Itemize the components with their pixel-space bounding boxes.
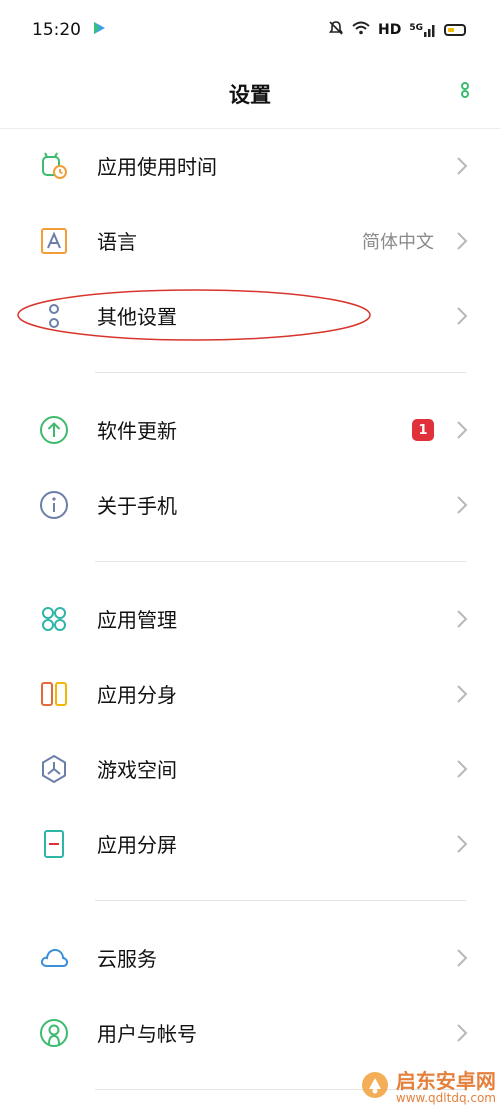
software-update-icon (38, 414, 70, 446)
app-clone-icon (38, 678, 70, 710)
section-divider (0, 353, 500, 392)
watermark-name: 启东安卓网 (395, 1068, 496, 1093)
settings-item-label: 其他设置 (97, 305, 177, 329)
signal-icon: 5G (409, 23, 436, 37)
video-app-icon (91, 20, 107, 41)
app-usage-time-icon (38, 150, 70, 182)
about-phone-icon (38, 489, 70, 521)
chevron-right-icon (456, 231, 468, 251)
network-label: HD (378, 22, 402, 38)
cloud-service-icon (38, 942, 70, 974)
settings-item-label: 关于手机 (97, 494, 177, 518)
settings-item-user-account[interactable]: 用户与帐号 (0, 995, 500, 1070)
section-divider (0, 881, 500, 920)
cell-label: 5G (409, 23, 423, 33)
page-title: 设置 (229, 83, 271, 107)
battery-icon (444, 24, 466, 36)
chevron-right-icon (456, 1023, 468, 1043)
mute-bell-icon (328, 20, 344, 40)
chevron-right-icon (456, 609, 468, 629)
settings-item-label: 软件更新 (97, 419, 177, 443)
game-space-icon (38, 753, 70, 785)
chevron-right-icon (456, 156, 468, 176)
settings-item-game-space[interactable]: 游戏空间 (0, 731, 500, 806)
watermark-logo-icon (360, 1070, 390, 1104)
language-value: 简体中文 (362, 231, 434, 253)
section-divider (0, 542, 500, 581)
status-bar: 15:20 HD 5G (0, 0, 500, 60)
other-settings-icon (38, 300, 70, 332)
settings-item-label: 应用使用时间 (97, 155, 217, 179)
settings-item-label: 应用分身 (97, 683, 177, 707)
chevron-right-icon (456, 759, 468, 779)
settings-list: 应用使用时间 语言 简体中文 其他设置 软件更新 1 关于手机 应用管理 应用分… (0, 128, 500, 1109)
chevron-right-icon (456, 420, 468, 440)
settings-item-label: 云服务 (97, 947, 157, 971)
settings-item-app-clone[interactable]: 应用分身 (0, 656, 500, 731)
settings-item-label: 游戏空间 (97, 758, 177, 782)
settings-item-split-screen[interactable]: 应用分屏 (0, 806, 500, 881)
settings-item-label: 应用管理 (97, 608, 177, 632)
settings-item-app-usage-time[interactable]: 应用使用时间 (0, 128, 500, 203)
chevron-right-icon (456, 306, 468, 326)
user-account-icon (38, 1017, 70, 1049)
settings-item-app-management[interactable]: 应用管理 (0, 581, 500, 656)
update-count-badge: 1 (412, 419, 434, 441)
split-screen-icon (38, 828, 70, 860)
chevron-right-icon (456, 495, 468, 515)
settings-item-about-phone[interactable]: 关于手机 (0, 467, 500, 542)
chevron-right-icon (456, 948, 468, 968)
language-icon (38, 225, 70, 257)
settings-item-label: 应用分屏 (97, 833, 177, 857)
more-options-icon[interactable] (460, 82, 470, 106)
watermark: 启东安卓网 www.qdltdq.com (360, 1070, 496, 1105)
settings-item-label: 语言 (97, 230, 137, 254)
header: 设置 (0, 60, 500, 129)
settings-item-language[interactable]: 语言 简体中文 (0, 203, 500, 278)
status-time: 15:20 (32, 20, 81, 40)
wifi-icon (352, 21, 370, 39)
app-management-icon (38, 603, 70, 635)
settings-item-cloud-service[interactable]: 云服务 (0, 920, 500, 995)
chevron-right-icon (456, 684, 468, 704)
settings-item-software-update[interactable]: 软件更新 1 (0, 392, 500, 467)
chevron-right-icon (456, 834, 468, 854)
settings-item-other-settings[interactable]: 其他设置 (0, 278, 500, 353)
watermark-url: www.qdltdq.com (395, 1090, 496, 1105)
settings-item-label: 用户与帐号 (97, 1022, 197, 1046)
